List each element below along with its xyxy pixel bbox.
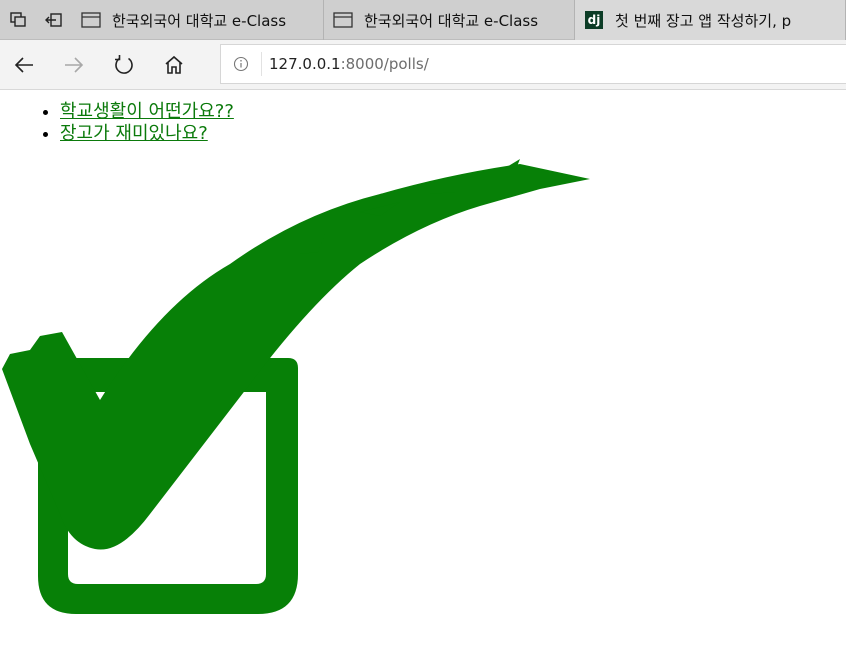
set-tabs-aside-button[interactable]	[36, 0, 72, 40]
navigation-toolbar: 127.0.0.1:8000/polls/	[0, 40, 846, 90]
tab-title: 한국외국어 대학교 e-Class	[112, 11, 287, 30]
refresh-icon	[115, 55, 133, 74]
tab-actions-button[interactable]	[0, 0, 36, 40]
poll-list: 학교생활이 어떤가요?? 장고가 재미있나요?	[40, 101, 234, 145]
refresh-button[interactable]	[104, 45, 144, 85]
forward-button[interactable]	[54, 45, 94, 85]
list-item: 장고가 재미있나요?	[60, 123, 234, 145]
url-path: :8000/polls/	[340, 55, 429, 73]
site-info-icon[interactable]	[221, 52, 262, 76]
back-button[interactable]	[4, 45, 44, 85]
forward-arrow-icon	[65, 57, 84, 73]
set-aside-icon	[45, 13, 62, 27]
django-icon: dj	[583, 9, 605, 31]
page-icon	[80, 9, 102, 31]
tab-bar: 한국외국어 대학교 e-Class 한국외국어 대학교 e-Class dj 첫…	[0, 0, 846, 40]
browser-tab-3[interactable]: dj 첫 번째 장고 앱 작성하기, p	[575, 0, 846, 40]
url-text: 127.0.0.1:8000/polls/	[262, 55, 429, 73]
back-arrow-icon	[14, 57, 33, 73]
tabs-aside-icon	[10, 12, 26, 27]
browser-tab-1[interactable]: 한국외국어 대학교 e-Class	[72, 0, 324, 40]
poll-link[interactable]: 장고가 재미있나요?	[60, 123, 208, 144]
django-icon-text: dj	[585, 11, 603, 29]
browser-tab-2[interactable]: 한국외국어 대학교 e-Class	[324, 0, 575, 40]
url-host: 127.0.0.1	[269, 55, 341, 73]
tab-title: 첫 번째 장고 앱 작성하기, p	[615, 11, 792, 30]
address-bar[interactable]: 127.0.0.1:8000/polls/	[220, 44, 846, 84]
checkmark-image	[2, 159, 590, 614]
tab-title: 한국외국어 대학교 e-Class	[364, 11, 539, 30]
page-icon	[332, 9, 354, 31]
home-icon	[165, 55, 183, 74]
poll-link[interactable]: 학교생활이 어떤가요??	[60, 101, 234, 122]
home-button[interactable]	[154, 45, 194, 85]
page-content: 학교생활이 어떤가요?? 장고가 재미있나요?	[0, 91, 846, 671]
list-item: 학교생활이 어떤가요??	[60, 101, 234, 123]
